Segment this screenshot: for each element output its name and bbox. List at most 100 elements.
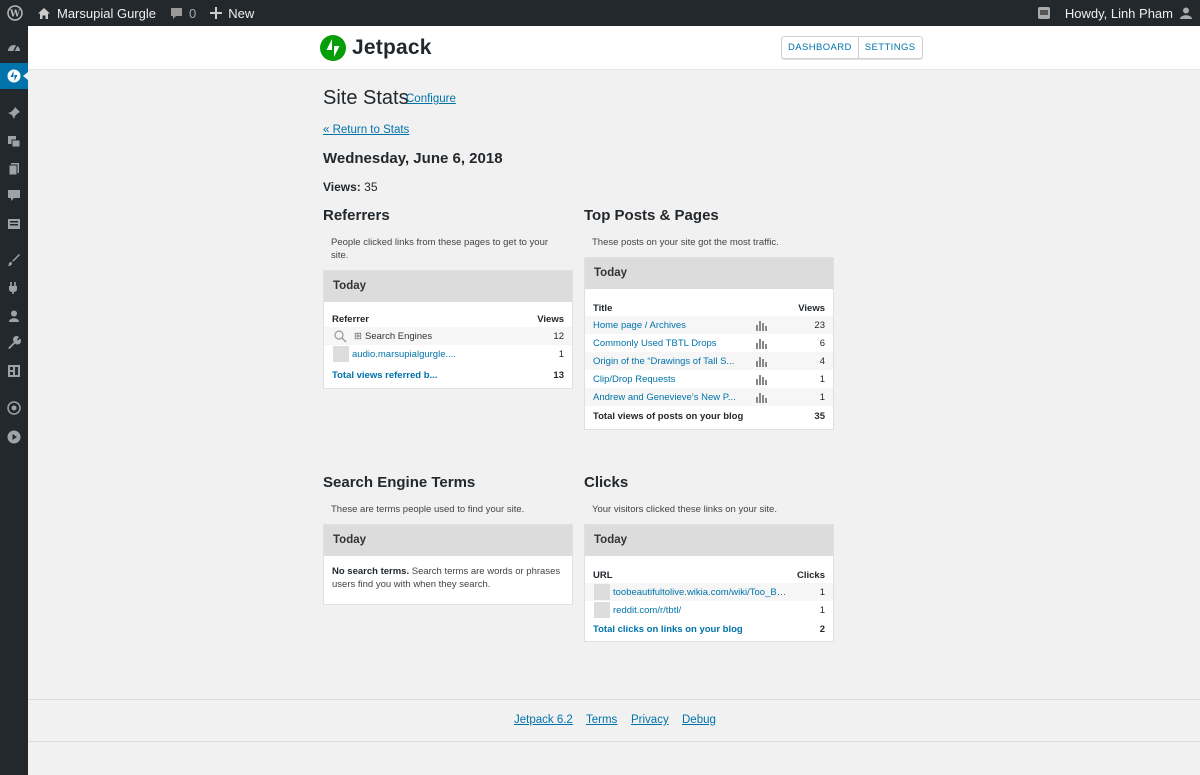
site-name-link[interactable]: Marsupial Gurgle (30, 0, 163, 26)
referrers-header-row: Referrer Views (324, 309, 572, 327)
bar-chart-icon[interactable] (756, 373, 768, 385)
table-row: audio.marsupialgurgle.... 1 (324, 345, 572, 363)
referrers-box: Today Referrer Views ⊞ Search Engines 12… (323, 270, 573, 389)
settings-tab[interactable]: SETTINGS (857, 37, 922, 58)
top-posts-description: These posts on your site got the most tr… (592, 237, 779, 248)
search-terms-description: These are terms people used to find your… (331, 504, 525, 515)
settings-icon[interactable] (0, 358, 28, 384)
post-link[interactable]: Origin of the “Drawings of Tall S... (593, 356, 743, 367)
post-link[interactable]: Home page / Archives (593, 320, 743, 331)
title-column-header: Title (593, 303, 613, 314)
debug-link[interactable]: Debug (682, 714, 716, 726)
wordpress-logo-icon[interactable]: W (0, 0, 30, 26)
dashboard-tab[interactable]: DASHBOARD (782, 37, 858, 58)
top-posts-box-title: Today (585, 258, 833, 289)
post-link[interactable]: Commonly Used TBTL Drops (593, 338, 743, 349)
dashboard-icon[interactable] (0, 35, 28, 61)
search-terms-empty-message: No search terms. Search terms are words … (324, 556, 572, 591)
howdy-text: Howdy, Linh Pham (1064, 5, 1173, 21)
plus-icon (210, 7, 223, 19)
top-posts-total-label: Total views of posts on your blog (593, 411, 744, 422)
appearance-icon[interactable] (0, 247, 28, 273)
comments-link[interactable]: 0 (163, 0, 203, 26)
configure-link[interactable]: Configure (406, 93, 456, 105)
jetpack-logo[interactable]: Jetpack (320, 35, 432, 61)
click-count: 1 (819, 587, 825, 598)
site-name: Marsupial Gurgle (57, 5, 156, 21)
post-views: 6 (819, 338, 825, 349)
views-label: Views: (323, 180, 361, 194)
click-url-link[interactable]: toobeautifultolive.wikia.com/wiki/Too_Be… (613, 587, 789, 598)
clicks-total-label[interactable]: Total clicks on links on your blog (593, 624, 743, 635)
jetpack-nav: DASHBOARD SETTINGS (781, 36, 923, 59)
post-views: 1 (819, 392, 825, 403)
users-icon[interactable] (0, 303, 28, 329)
bar-chart-icon[interactable] (756, 319, 768, 331)
jetpack-wordmark: Jetpack (352, 36, 432, 59)
terms-link[interactable]: Terms (586, 714, 617, 726)
pages-icon[interactable] (0, 156, 28, 182)
bar-chart-icon[interactable] (756, 337, 768, 349)
referrer-views: 12 (553, 331, 564, 342)
views-summary: Views: 35 (323, 180, 378, 194)
page-title: Site Stats (323, 87, 409, 109)
post-views: 1 (819, 374, 825, 385)
post-link[interactable]: Andrew and Genevieve’s New P... (593, 392, 743, 403)
clicks-header-row: URL Clicks (585, 565, 833, 583)
total-row: Total views referred b... 13 (324, 366, 572, 384)
click-count: 1 (819, 605, 825, 616)
total-row: Total views of posts on your blog 35 (585, 407, 833, 425)
thumbnail-image (333, 346, 349, 362)
notifications-link[interactable] (1030, 0, 1058, 26)
return-to-stats-link[interactable]: « Return to Stats (323, 124, 409, 136)
referrer-column-header: Referrer (332, 314, 369, 325)
referrer-views: 1 (558, 349, 564, 360)
referrers-title: Referrers (323, 207, 390, 224)
clicks-box: Today URL Clicks toobeautifultolive.wiki… (584, 524, 834, 642)
referrers-total-value: 13 (553, 370, 564, 381)
admin-bar: W Marsupial Gurgle 0 New Howdy, Linh Pha… (0, 0, 1200, 26)
click-url-link[interactable]: reddit.com/r/tbtl/ (613, 605, 789, 616)
jetpack-version-link[interactable]: Jetpack 6.2 (514, 714, 573, 726)
expand-icon[interactable]: ⊞ (354, 331, 362, 342)
posts-pin-icon[interactable] (0, 100, 28, 126)
tools-wrench-icon[interactable] (0, 330, 28, 356)
plugins-icon[interactable] (0, 275, 28, 301)
bar-chart-icon[interactable] (756, 391, 768, 403)
referrers-total-label[interactable]: Total views referred b... (332, 370, 437, 381)
search-terms-title: Search Engine Terms (323, 474, 476, 491)
post-views: 23 (814, 320, 825, 331)
url-column-header: URL (593, 570, 613, 581)
table-row: toobeautifultolive.wikia.com/wiki/Too_Be… (585, 583, 833, 601)
new-content-link[interactable]: New (203, 0, 261, 26)
total-row: Total clicks on links on your blog 2 (585, 620, 833, 638)
bar-chart-icon[interactable] (756, 355, 768, 367)
referrers-description: People clicked links from these pages to… (331, 237, 549, 261)
views-value: 35 (364, 180, 378, 194)
referrer-label: Search Engines (365, 331, 433, 342)
my-account-link[interactable]: Howdy, Linh Pham (1058, 0, 1200, 26)
new-label: New (228, 5, 255, 21)
home-icon (37, 7, 51, 20)
top-posts-header-row: Title Views (585, 298, 833, 316)
jetpack-bolt-icon (320, 35, 346, 61)
privacy-link[interactable]: Privacy (631, 714, 669, 726)
referrer-link[interactable]: audio.marsupialgurgle.... (352, 349, 462, 360)
seo-icon[interactable] (0, 395, 28, 421)
media-icon[interactable] (0, 128, 28, 154)
clicks-description: Your visitors clicked these links on you… (592, 504, 777, 515)
comments-icon[interactable] (0, 183, 28, 209)
thumbnail-image (594, 602, 610, 618)
table-row[interactable]: ⊞ Search Engines 12 (324, 327, 572, 345)
media-play-icon[interactable] (0, 424, 28, 450)
clicks-box-title: Today (585, 525, 833, 556)
jetpack-icon[interactable] (0, 63, 28, 89)
post-link[interactable]: Clip/Drop Requests (593, 374, 743, 385)
views-column-header: Views (537, 314, 564, 325)
feedback-icon[interactable] (0, 211, 28, 237)
top-posts-total-value: 35 (814, 411, 825, 422)
notification-icon (1037, 6, 1051, 20)
empty-bold: No search terms. (332, 566, 410, 577)
footer-divider-bottom (28, 741, 1200, 742)
views-column-header: Views (798, 303, 825, 314)
